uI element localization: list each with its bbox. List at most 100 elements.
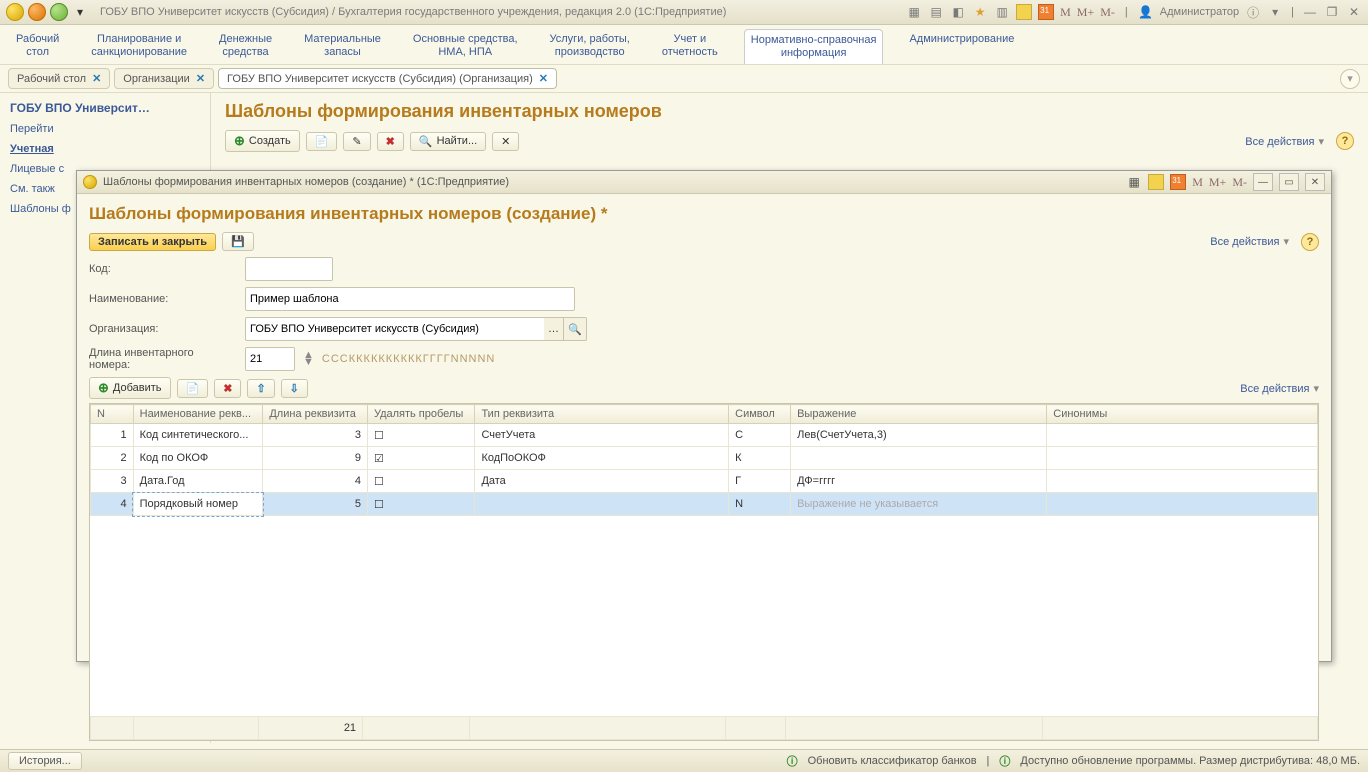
requisites-grid[interactable]: NНаименование рекв...Длина реквизитаУдал…: [89, 403, 1319, 741]
dlg-all-actions[interactable]: Все действия: [1210, 235, 1289, 248]
grid-cell[interactable]: Г: [729, 470, 791, 493]
grid-cell[interactable]: [791, 447, 1047, 470]
section-item[interactable]: Планирование исанкционирование: [85, 29, 193, 64]
grid-cell[interactable]: ☐: [367, 493, 475, 516]
toolbar-icon-4[interactable]: ▥: [994, 4, 1010, 20]
grid-cell[interactable]: [1047, 424, 1318, 447]
tab[interactable]: Организации✕: [114, 68, 214, 89]
grid-header[interactable]: Выражение: [791, 405, 1047, 424]
section-item[interactable]: Материальныезапасы: [298, 29, 387, 64]
delete-button[interactable]: ✖: [377, 132, 404, 151]
close-icon[interactable]: ✕: [1346, 4, 1362, 20]
dlg-calc-icon[interactable]: [1148, 174, 1164, 190]
grid-cell[interactable]: 5: [263, 493, 368, 516]
dlg-icon-1[interactable]: ▦: [1126, 174, 1142, 190]
grid-cell[interactable]: 4: [263, 470, 368, 493]
dlg-close-icon[interactable]: ✕: [1305, 173, 1325, 191]
tab-close-icon[interactable]: ✕: [196, 72, 205, 85]
history-button[interactable]: История...: [8, 752, 82, 770]
grid-cell[interactable]: N: [729, 493, 791, 516]
table-row[interactable]: 4Порядковый номер5☐ NВыражение не указыва…: [91, 493, 1318, 516]
all-actions-link[interactable]: Все действия: [1245, 135, 1324, 148]
favorite-icon[interactable]: ★: [972, 4, 988, 20]
calc-icon[interactable]: [1016, 4, 1032, 20]
left-nav-item[interactable]: Учетная: [10, 143, 200, 155]
tab-close-icon[interactable]: ✕: [539, 72, 548, 85]
save-close-button[interactable]: Записать и закрыть: [89, 233, 216, 251]
grid-cell[interactable]: ☐: [367, 470, 475, 493]
org-input[interactable]: [245, 317, 544, 341]
toolbar-icon-3[interactable]: ◧: [950, 4, 966, 20]
grid-cell[interactable]: Выражение не указывается: [791, 493, 1047, 516]
grid-cell[interactable]: СчетУчета: [475, 424, 729, 447]
len-input[interactable]: [245, 347, 295, 371]
dlg-m-btn[interactable]: M: [1192, 175, 1203, 190]
grid-cell[interactable]: ДФ=гггг: [791, 470, 1047, 493]
section-item[interactable]: Денежныесредства: [213, 29, 278, 64]
create-button[interactable]: ⊕Создать: [225, 130, 300, 152]
grid-header[interactable]: Длина реквизита: [263, 405, 368, 424]
section-item[interactable]: Учет иотчетность: [656, 29, 724, 64]
user-name[interactable]: Администратор: [1160, 6, 1239, 18]
dlg-calendar-icon[interactable]: [1170, 174, 1186, 190]
grid-header[interactable]: Символ: [729, 405, 791, 424]
grid-cell[interactable]: Код синтетического...: [133, 424, 263, 447]
grid-cell[interactable]: Порядковый номер: [133, 493, 263, 516]
grid-cell[interactable]: 9: [263, 447, 368, 470]
toolbar-icon-2[interactable]: ▤: [928, 4, 944, 20]
copy-row-button[interactable]: 📄: [177, 379, 209, 398]
org-search-button[interactable]: 🔍: [564, 317, 587, 341]
spin-down-icon[interactable]: ▼: [303, 359, 314, 366]
grid-cell[interactable]: Лев(СчетУчета,3): [791, 424, 1047, 447]
dlg-m-plus-btn[interactable]: M+: [1209, 175, 1226, 190]
toolbar-icon-1[interactable]: ▦: [906, 4, 922, 20]
table-row[interactable]: 1Код синтетического...3☐СчетУчетаСЛев(Сч…: [91, 424, 1318, 447]
grid-cell[interactable]: 3: [91, 470, 134, 493]
move-down-button[interactable]: ⇩: [281, 379, 308, 398]
grid-header[interactable]: Наименование рекв...: [133, 405, 263, 424]
dlg-m-minus-btn[interactable]: M-: [1232, 175, 1247, 190]
minimize-icon[interactable]: —: [1302, 4, 1318, 20]
info-icon[interactable]: ⓘ: [1245, 4, 1261, 20]
grid-cell[interactable]: Дата: [475, 470, 729, 493]
grid-cell[interactable]: [1047, 493, 1318, 516]
grid-cell[interactable]: 4: [91, 493, 134, 516]
table-row[interactable]: 2Код по ОКОФ9☑КодПоОКОФК: [91, 447, 1318, 470]
calendar-icon[interactable]: [1038, 4, 1054, 20]
dropdown-icon-2[interactable]: ▾: [1267, 4, 1283, 20]
status-msg-1[interactable]: Обновить классификатор банков: [808, 755, 977, 767]
grid-cell[interactable]: [1047, 447, 1318, 470]
grid-header[interactable]: N: [91, 405, 134, 424]
move-up-button[interactable]: ⇧: [247, 379, 274, 398]
grid-header[interactable]: Синонимы: [1047, 405, 1318, 424]
section-item[interactable]: Услуги, работы,производство: [544, 29, 636, 64]
table-row[interactable]: 3Дата.Год4☐ДатаГДФ=гггг: [91, 470, 1318, 493]
maximize-icon[interactable]: ❐: [1324, 4, 1340, 20]
grid-cell[interactable]: 1: [91, 424, 134, 447]
grid-cell[interactable]: К: [729, 447, 791, 470]
sys-btn-1[interactable]: [6, 3, 24, 21]
name-input[interactable]: [245, 287, 575, 311]
tab-close-icon[interactable]: ✕: [92, 72, 101, 85]
grid-all-actions[interactable]: Все действия: [1240, 382, 1319, 395]
left-nav-item[interactable]: Перейти: [10, 123, 200, 135]
m-minus-btn[interactable]: M-: [1100, 5, 1115, 20]
grid-cell[interactable]: [1047, 470, 1318, 493]
tab[interactable]: Рабочий стол✕: [8, 68, 110, 89]
copy-button[interactable]: 📄: [306, 132, 338, 151]
grid-header[interactable]: Тип реквизита: [475, 405, 729, 424]
grid-cell[interactable]: [475, 493, 729, 516]
section-item[interactable]: Основные средства,НМА, НПА: [407, 29, 524, 64]
help-icon[interactable]: ?: [1336, 132, 1354, 150]
section-item[interactable]: Администрирование: [903, 29, 1020, 64]
sys-btn-3[interactable]: [50, 3, 68, 21]
find-button[interactable]: 🔍 Найти...: [410, 132, 486, 151]
m-plus-btn[interactable]: M+: [1077, 5, 1094, 20]
delete-row-button[interactable]: ✖: [214, 379, 241, 398]
save-button[interactable]: 💾: [222, 232, 254, 251]
grid-cell[interactable]: ☐: [367, 424, 475, 447]
status-msg-2[interactable]: Доступно обновление программы. Размер ди…: [1020, 755, 1360, 767]
grid-cell[interactable]: КодПоОКОФ: [475, 447, 729, 470]
grid-cell[interactable]: С: [729, 424, 791, 447]
section-item[interactable]: Рабочийстол: [10, 29, 65, 64]
